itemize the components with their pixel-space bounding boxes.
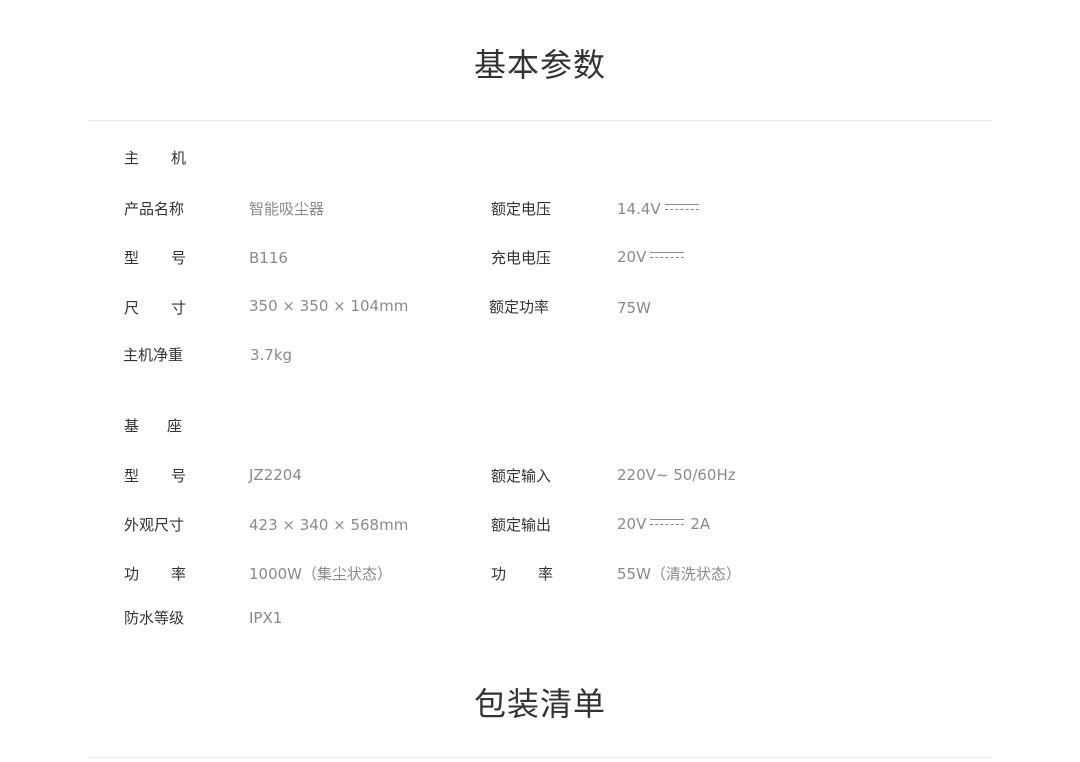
package-title: 包装清单 <box>473 685 606 723</box>
base-model-label: 型号 <box>124 467 186 485</box>
waterproof-value: IPX1 <box>249 609 283 627</box>
charge-voltage-label: 充电电压 <box>491 249 552 267</box>
rated-voltage-value: 14.4V <box>617 199 699 219</box>
rated-power-value: 75W <box>617 299 651 317</box>
host-size-label: 尺寸 <box>124 299 186 317</box>
base-power-value: 1000W（集尘状态） <box>249 565 393 583</box>
dc-symbol-icon <box>664 204 699 213</box>
rated-output-label: 额定输出 <box>491 516 552 534</box>
base-power-label: 功率 <box>124 565 186 583</box>
host-heading: 主机 <box>124 149 186 167</box>
base-heading: 基座 <box>124 417 182 435</box>
dc-symbol-icon <box>650 252 685 261</box>
rated-voltage-label: 额定电压 <box>491 200 552 218</box>
package-divider <box>88 757 992 758</box>
host-weight-label: 主机净重 <box>123 346 184 364</box>
host-name-label: 产品名称 <box>124 200 185 218</box>
rated-input-value: 220V~ 50/60Hz <box>617 466 736 484</box>
waterproof-label: 防水等级 <box>124 609 185 627</box>
specs-divider <box>88 120 992 121</box>
dc-symbol-icon <box>650 519 685 528</box>
host-model-label: 型号 <box>124 249 186 267</box>
host-name-value: 智能吸尘器 <box>249 200 325 218</box>
base-size-label: 外观尺寸 <box>124 516 185 534</box>
host-model-value: B116 <box>249 249 288 267</box>
rated-power-label: 额定功率 <box>489 298 550 316</box>
base-power2-value: 55W（清洗状态） <box>617 565 741 583</box>
host-weight-value: 3.7kg <box>250 346 293 364</box>
base-power2-label: 功率 <box>491 565 553 583</box>
rated-input-label: 额定输入 <box>491 467 552 485</box>
base-model-value: JZ2204 <box>249 466 302 484</box>
host-size-value: 350 × 350 × 104mm <box>249 297 409 315</box>
base-size-value: 423 × 340 × 568mm <box>249 516 409 534</box>
specs-title: 基本参数 <box>473 46 606 84</box>
rated-output-value: 20V 2A <box>617 515 711 533</box>
charge-voltage-value: 20V <box>617 247 685 267</box>
